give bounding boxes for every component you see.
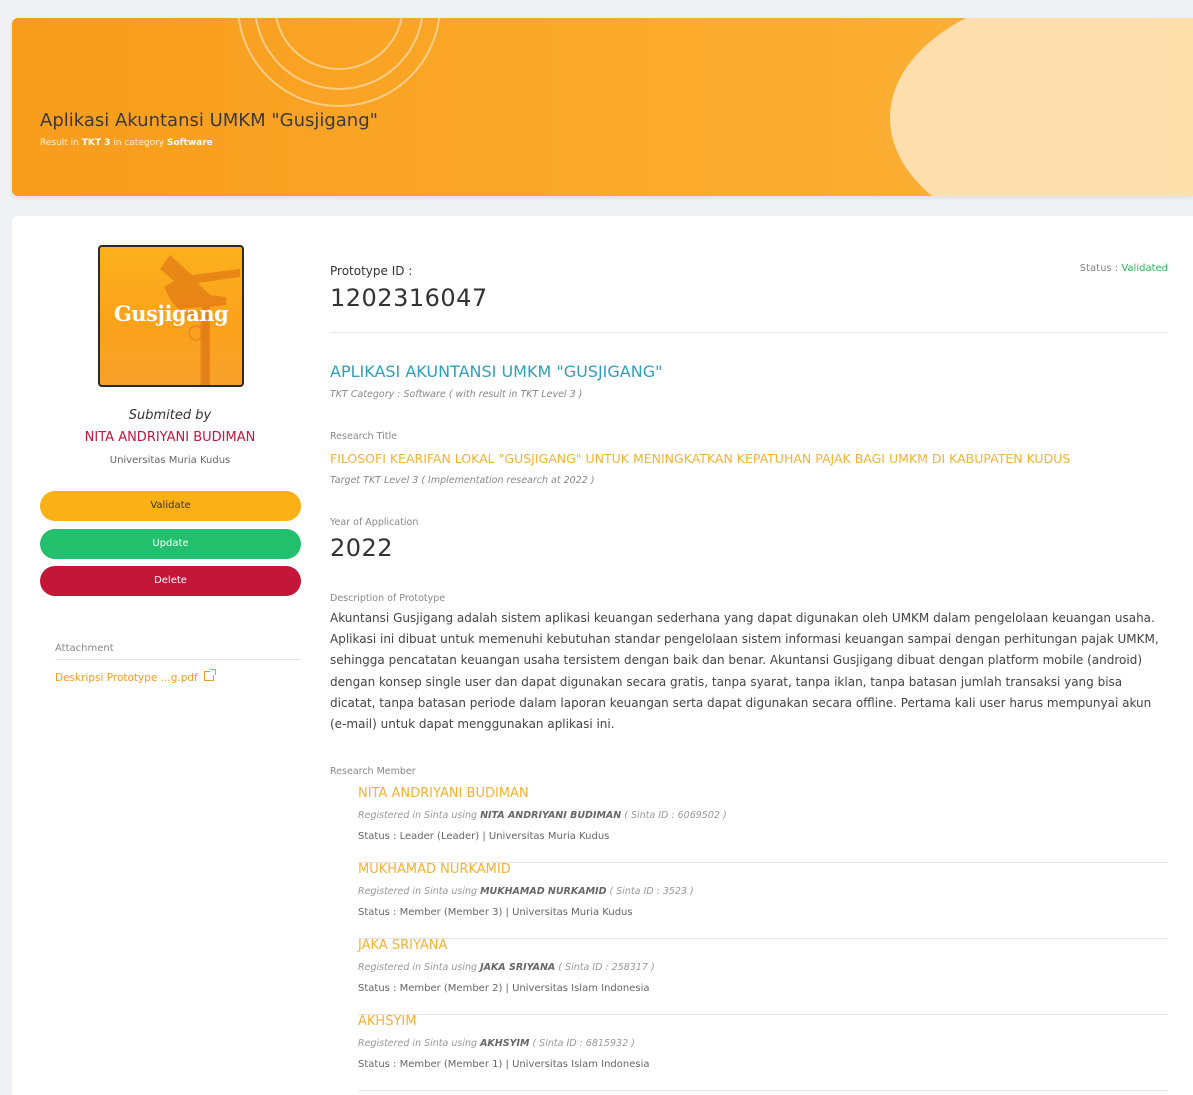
research-member-label: Research Member (330, 766, 416, 777)
delete-button[interactable]: Delete (40, 566, 301, 596)
reg-sinta-id: ( Sinta ID : 3523 ) (606, 886, 694, 897)
prototype-id: 1202316047 (330, 284, 488, 312)
subtitle-mid: in category (110, 138, 167, 148)
year-value: 2022 (330, 534, 394, 562)
prototype-card: Gusjigang Submited by NITA ANDRIYANI BUD… (12, 216, 1193, 1095)
reg-name: AKHSYIM (480, 1038, 530, 1049)
reg-sinta-id: ( Sinta ID : 258317 ) (555, 962, 655, 973)
status-badge: Status : Validated (1080, 263, 1168, 274)
year-label: Year of Application (330, 517, 419, 528)
member-item: JAKA SRIYANA Registered in Sinta using J… (358, 938, 1168, 1015)
validate-button[interactable]: Validate (40, 491, 301, 521)
divider (330, 332, 1168, 333)
member-status: Status : Member (Member 1) | Universitas… (358, 1059, 650, 1070)
reg-sinta-id: ( Sinta ID : 6815932 ) (529, 1038, 635, 1049)
tkt-category: TKT Category : Software ( with result in… (330, 389, 583, 400)
member-registration: Registered in Sinta using AKHSYIM ( Sint… (358, 1038, 635, 1049)
member-status: Status : Member (Member 2) | Universitas… (358, 983, 650, 994)
prototype-id-label: Prototype ID : (330, 264, 413, 278)
research-title-label: Research Title (330, 431, 397, 442)
page-subtitle: Result in TKT 3 in category Software (40, 138, 213, 148)
attachment-filename: Deskripsi Prototype ...g.pdf (55, 672, 198, 684)
member-status: Status : Leader (Leader) | Universitas M… (358, 831, 610, 842)
divider (55, 659, 301, 660)
submitted-by-label: Submited by (128, 408, 212, 423)
member-item: AKHSYIM Registered in Sinta using AKHSYI… (358, 1014, 1168, 1091)
research-title: FILOSOFI KEARIFAN LOKAL "GUSJIGANG" UNTU… (330, 451, 1071, 466)
target-tkt: Target TKT Level 3 ( Implementation rese… (330, 475, 595, 486)
submitter-institution: Universitas Muria Kudus (109, 455, 231, 466)
prototype-logo: Gusjigang (98, 245, 244, 387)
description-label: Description of Prototype (330, 593, 446, 604)
tkt-level: TKT 3 (81, 138, 111, 148)
reg-name: NITA ANDRIYANI BUDIMAN (480, 810, 622, 821)
member-item: NITA ANDRIYANI BUDIMAN Registered in Sin… (358, 786, 1168, 863)
member-name: JAKA SRIYANA (358, 938, 448, 953)
description-text: Akuntansi Gusjigang adalah sistem aplika… (330, 611, 1159, 732)
reg-sinta-id: ( Sinta ID : 6069502 ) (621, 810, 727, 821)
external-link-icon (203, 669, 216, 681)
status-value: Validated (1121, 263, 1168, 274)
member-name: MUKHAMAD NURKAMID (358, 862, 511, 877)
page-title: Aplikasi Akuntansi UMKM "Gusjigang" (40, 110, 378, 131)
prototype-title: APLIKASI AKUNTANSI UMKM "GUSJIGANG" (330, 362, 663, 381)
member-registration: Registered in Sinta using MUKHAMAD NURKA… (358, 886, 694, 897)
reg-prefix: Registered in Sinta using (358, 1038, 481, 1049)
reg-prefix: Registered in Sinta using (358, 962, 481, 973)
reg-prefix: Registered in Sinta using (358, 886, 481, 897)
submitter-name: NITA ANDRIYANI BUDIMAN (84, 430, 256, 445)
banner-decoration (890, 18, 1193, 196)
member-name: NITA ANDRIYANI BUDIMAN (358, 786, 529, 801)
category: Software (166, 138, 213, 148)
header-banner: Aplikasi Akuntansi UMKM "Gusjigang" Resu… (12, 18, 1193, 196)
member-status: Status : Member (Member 3) | Universitas… (358, 907, 633, 918)
reg-prefix: Registered in Sinta using (358, 810, 481, 821)
attachment-label: Attachment (55, 643, 114, 654)
update-button[interactable]: Update (40, 529, 301, 559)
subtitle-prefix: Result in (40, 138, 82, 148)
reg-name: JAKA SRIYANA (480, 962, 556, 973)
attachment-link[interactable]: Deskripsi Prototype ...g.pdf (55, 669, 216, 684)
member-item: MUKHAMAD NURKAMID Registered in Sinta us… (358, 862, 1168, 939)
member-registration: Registered in Sinta using JAKA SRIYANA (… (358, 962, 655, 973)
status-label: Status : (1079, 263, 1122, 274)
member-name: AKHSYIM (358, 1014, 417, 1029)
member-registration: Registered in Sinta using NITA ANDRIYANI… (358, 810, 727, 821)
logo-text: Gusjigang (113, 301, 229, 326)
reg-name: MUKHAMAD NURKAMID (480, 886, 607, 897)
